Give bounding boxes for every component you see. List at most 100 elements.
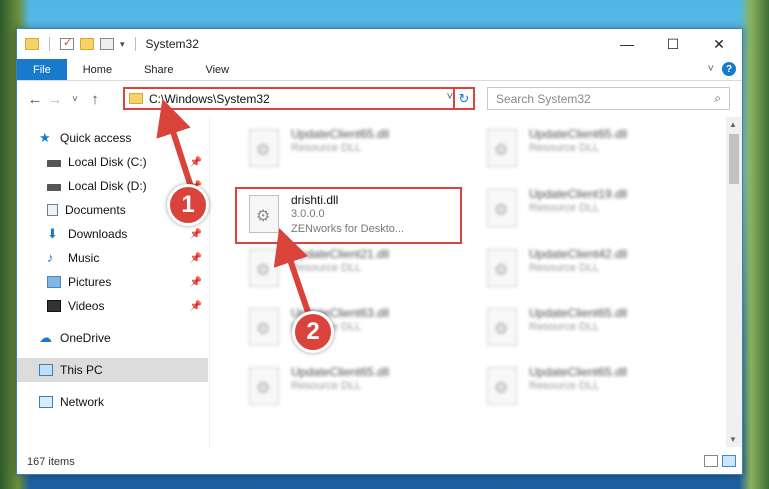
navigation-pane: ★ Quick access Local Disk (C:) 📌 Local D… [17,117,210,447]
toolbar-separator [49,37,50,51]
file-description: Resource DLL [291,262,362,274]
status-bar: 167 items [17,450,742,474]
file-name: UpdateClient65.dll [291,365,390,379]
drive-icon [47,160,61,167]
address-path[interactable]: C:\Windows\System32 [149,92,270,106]
pin-icon: 📌 [189,300,202,312]
details-view-icon[interactable] [704,455,718,467]
sidebar-item-label: Network [60,395,105,409]
properties-icon[interactable] [60,36,74,50]
file-item[interactable]: UpdateClient63.dll Resource DLL [239,302,464,354]
file-description: Resource DLL [291,142,362,154]
search-input[interactable]: Search System32 ⌕ [487,87,730,110]
folder-icon [129,93,143,104]
file-description: Resource DLL [529,380,600,392]
network-icon [39,396,53,408]
ribbon-right: ˅ ? [708,62,736,76]
help-icon[interactable]: ? [722,62,736,76]
sidebar-item-pictures[interactable]: Pictures 📌 [47,270,208,294]
chevron-down-icon[interactable]: ▾ [120,39,125,50]
tab-share[interactable]: Share [128,59,189,80]
sidebar-item-quick-access[interactable]: ★ Quick access [39,126,208,150]
file-item[interactable]: UpdateClient65.dll Resource DLL [477,123,702,175]
customize-toolbar-icon[interactable] [100,38,114,50]
file-description: Resource DLL [529,321,600,333]
scroll-down-icon[interactable]: ▼ [729,435,737,444]
videos-icon [47,300,61,312]
dll-file-icon [487,129,517,167]
navigation-bar: ← → ˅ ↑ C:\Windows\System32 ˅ ↻ Search S… [17,81,742,117]
callout-1: 1 [167,184,209,226]
file-name: UpdateClient65.dll [529,365,628,379]
file-item[interactable]: UpdateClient65.dll Resource DLL [477,302,702,354]
dll-file-icon [487,249,517,287]
dll-file-icon [249,367,279,405]
sidebar-item-label: This PC [60,363,103,377]
view-switcher [704,455,736,467]
dll-file-icon [487,189,517,227]
tab-view[interactable]: View [189,59,245,80]
dll-file-icon [249,308,279,346]
sidebar-item-label: Pictures [68,275,112,289]
dll-file-icon [249,129,279,167]
scroll-up-icon[interactable]: ▲ [729,120,737,129]
scrollbar-thumb[interactable] [729,134,739,184]
file-name: UpdateClient42.dll [529,247,628,261]
drive-icon [47,184,61,191]
pin-icon: 📌 [189,228,202,240]
sidebar-item-label: Downloads [68,227,128,241]
file-item[interactable]: UpdateClient65.dll Resource DLL [239,123,464,175]
file-description: Resource DLL [529,202,600,214]
file-item[interactable]: UpdateClient19.dll Resource DLL [477,183,702,235]
large-icons-view-icon[interactable] [722,455,736,467]
new-folder-icon[interactable] [80,38,94,50]
sidebar-item-label: Music [68,251,100,265]
file-item[interactable]: UpdateClient21.dll Resource DLL [239,243,464,295]
maximize-button[interactable]: ☐ [650,29,696,59]
sidebar-item-label: OneDrive [60,331,111,345]
ribbon-tabs: File Home Share View ˅ ? [17,59,742,81]
refresh-button[interactable]: ↻ [453,87,475,110]
sidebar-item-label: Local Disk (C:) [68,155,147,169]
expand-ribbon-icon[interactable]: ˅ [708,63,714,75]
file-item[interactable]: UpdateClient65.dll Resource DLL [477,361,702,413]
sidebar-item-music[interactable]: ♪ Music 📌 [47,246,208,270]
sidebar-item-label: Videos [68,299,105,313]
file-description: Resource DLL [529,262,600,274]
title-bar: ▾ System32 — ☐ ✕ [17,29,742,59]
vertical-scrollbar[interactable]: ▲ ▼ [726,117,742,447]
sidebar-item-label: Quick access [60,131,132,145]
back-button[interactable]: ← [25,91,45,108]
toolbar-separator [134,37,136,51]
folder-icon [25,38,39,50]
file-item[interactable]: UpdateClient65.dll Resource DLL [239,361,464,413]
pictures-icon [47,276,61,288]
window-title: System32 [145,37,199,51]
sidebar-item-local-disk-c[interactable]: Local Disk (C:) 📌 [47,150,208,174]
up-button[interactable]: ↑ [85,91,105,108]
wallpaper-right [739,0,769,489]
file-name: UpdateClient19.dll [529,187,628,201]
sidebar-item-label: Documents [65,203,126,217]
documents-icon [47,204,58,216]
address-bar[interactable]: C:\Windows\System32 ˅ ↻ [123,87,475,110]
search-icon[interactable]: ⌕ [714,91,721,106]
forward-button[interactable]: → [45,91,65,108]
tab-file[interactable]: File [17,59,67,80]
recent-locations-button[interactable]: ˅ [65,94,85,105]
highlight-box [235,187,462,244]
file-list: UpdateClient65.dll Resource DLL drishti.… [225,117,725,447]
sidebar-item-network[interactable]: Network [39,390,208,414]
sidebar-item-videos[interactable]: Videos 📌 [47,294,208,318]
tab-home[interactable]: Home [67,59,128,80]
file-description: Resource DLL [291,380,362,392]
close-button[interactable]: ✕ [696,29,742,59]
item-count: 167 items [27,456,75,468]
music-icon: ♪ [47,250,54,265]
file-name: UpdateClient21.dll [291,247,390,261]
file-name: UpdateClient65.dll [529,127,628,141]
minimize-button[interactable]: — [604,29,650,59]
sidebar-item-onedrive[interactable]: ☁ OneDrive [39,326,208,350]
file-item[interactable]: UpdateClient42.dll Resource DLL [477,243,702,295]
sidebar-item-this-pc[interactable]: This PC [17,358,208,382]
